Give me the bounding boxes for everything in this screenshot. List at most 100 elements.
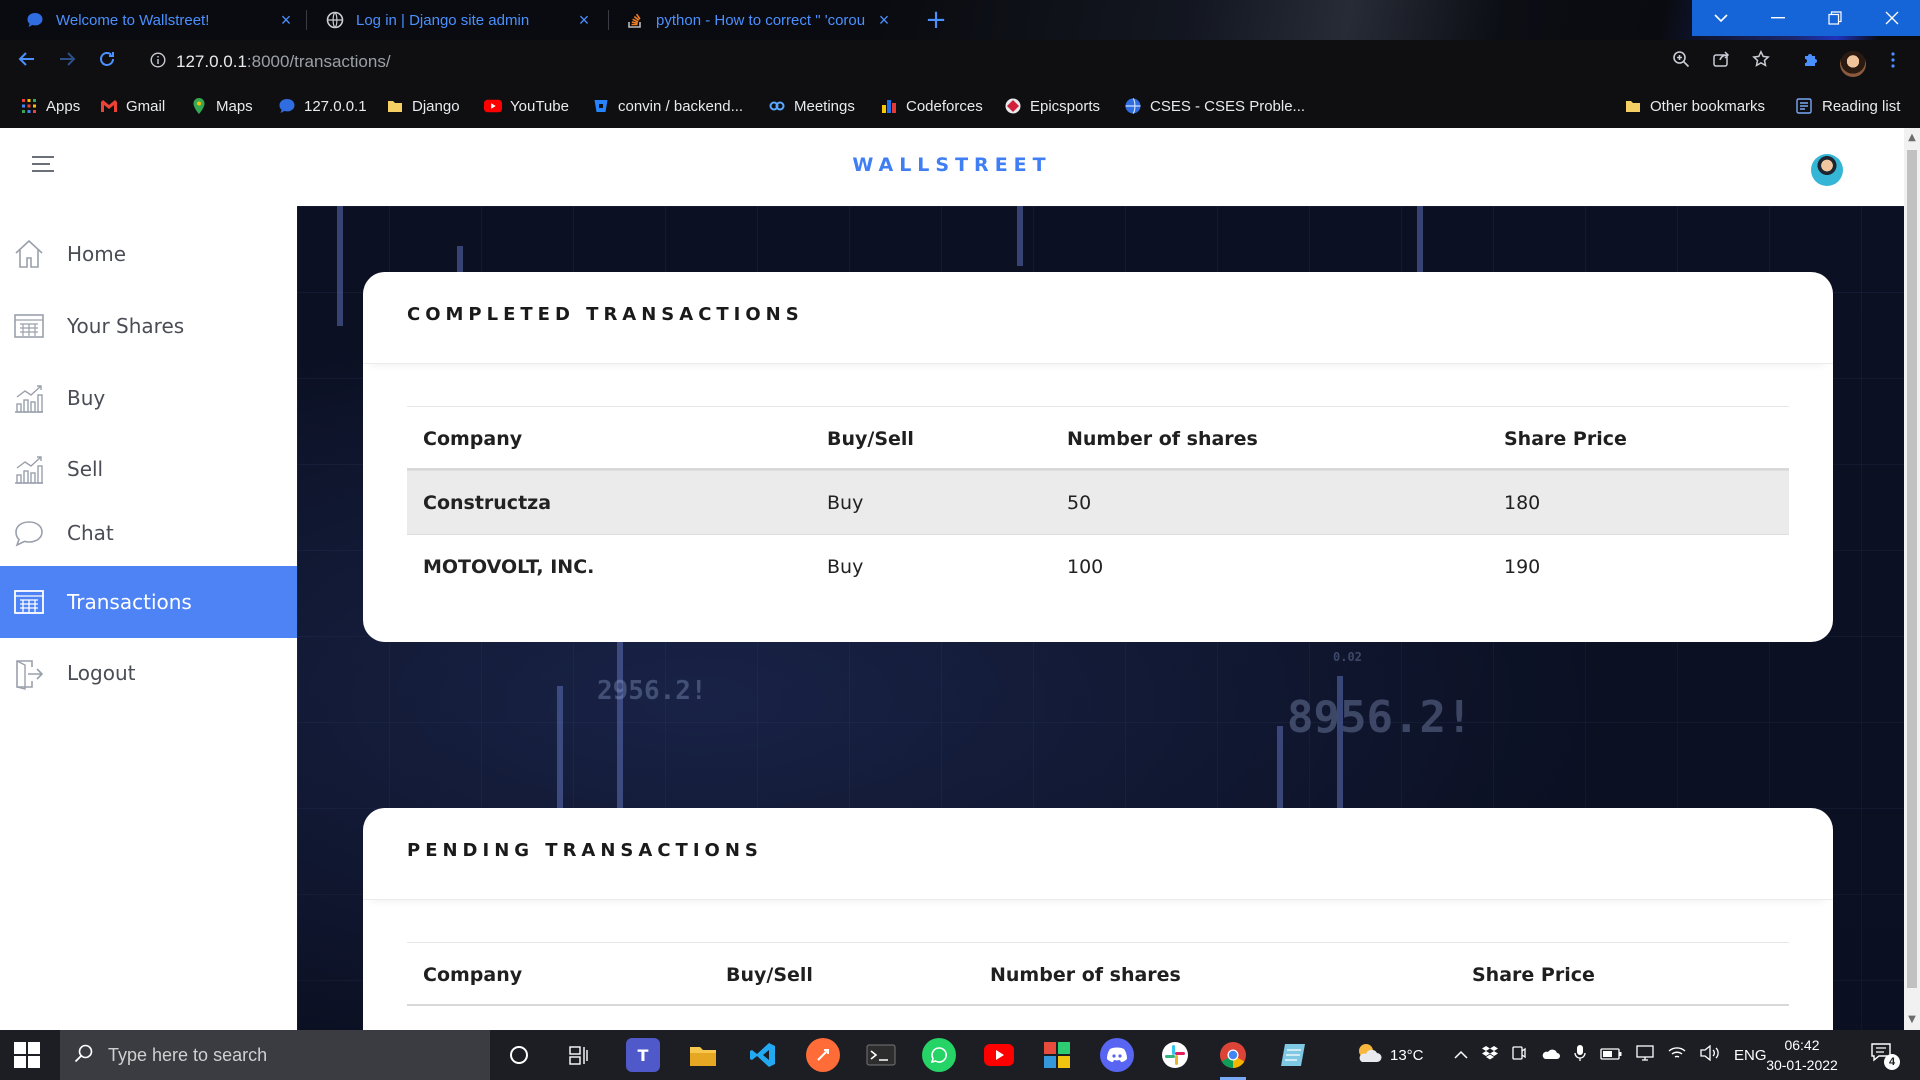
notepad-app-icon[interactable] xyxy=(1276,1038,1310,1072)
bookmark-epicsports[interactable]: Epicsports xyxy=(1004,95,1100,117)
bookmark-label: Reading list xyxy=(1822,97,1901,115)
chat-icon xyxy=(12,516,46,550)
bookmark-meetings[interactable]: Meetings xyxy=(768,95,855,117)
meet-now-icon[interactable] xyxy=(1512,1045,1526,1065)
discord-icon[interactable] xyxy=(1100,1038,1134,1072)
teams-icon[interactable]: T xyxy=(626,1038,660,1072)
wifi-icon[interactable] xyxy=(1668,1046,1686,1064)
dropbox-icon[interactable] xyxy=(1482,1046,1498,1064)
new-tab-button[interactable]: + xyxy=(922,6,950,34)
terminal-icon[interactable] xyxy=(864,1038,898,1072)
file-explorer-icon[interactable] xyxy=(686,1038,720,1072)
scrollbar-thumb[interactable] xyxy=(1907,150,1917,988)
close-window-button[interactable] xyxy=(1863,0,1920,36)
tab-django-admin[interactable]: Log in | Django site admin × xyxy=(312,0,604,40)
browser-profile-avatar[interactable] xyxy=(1840,51,1866,77)
sidebar-item-your-shares[interactable]: Your Shares xyxy=(0,290,297,362)
windows-start-icon[interactable] xyxy=(14,1042,40,1068)
brand-title[interactable]: WALLSTREET xyxy=(0,154,1904,176)
background-number: 2956.2! xyxy=(597,676,707,706)
bookmark-apps[interactable]: Apps xyxy=(20,95,80,117)
bookmark-bitbucket[interactable]: convin / backend... xyxy=(592,95,743,117)
zoom-icon[interactable] xyxy=(1668,50,1694,76)
onedrive-cloud-icon[interactable] xyxy=(1540,1046,1560,1064)
display-icon[interactable] xyxy=(1636,1045,1654,1065)
postman-icon[interactable] xyxy=(806,1038,840,1072)
slack-icon[interactable] xyxy=(1158,1038,1192,1072)
tab-close-button[interactable]: × xyxy=(574,10,594,30)
codeforces-icon xyxy=(880,97,898,115)
reload-button[interactable] xyxy=(92,48,122,78)
sidebar-item-buy[interactable]: Buy xyxy=(0,362,297,434)
bookmark-label: Codeforces xyxy=(906,97,983,115)
tab-stackoverflow[interactable]: python - How to correct " 'corou × xyxy=(612,0,904,40)
restore-icon xyxy=(1827,11,1842,25)
reading-list-button[interactable]: Reading list xyxy=(1796,95,1900,117)
scroll-up-arrow-icon[interactable]: ▲ xyxy=(1904,130,1920,146)
taskbar-clock[interactable]: 06:42 30-01-2022 xyxy=(1762,1035,1842,1075)
share-icon[interactable] xyxy=(1708,50,1734,76)
restore-button[interactable] xyxy=(1806,0,1863,36)
reload-icon xyxy=(100,52,114,66)
folder-icon xyxy=(1624,97,1642,115)
tab-close-button[interactable]: × xyxy=(874,10,894,30)
tab-search-button[interactable] xyxy=(1692,0,1749,36)
notification-center-icon[interactable]: 4 xyxy=(1870,1042,1900,1070)
menu-dots-icon[interactable] xyxy=(1880,50,1906,76)
bookmark-django[interactable]: Django xyxy=(386,95,460,117)
battery-icon[interactable] xyxy=(1600,1047,1622,1064)
bookmark-maps[interactable]: Maps xyxy=(190,95,253,117)
sidebar-item-label: Home xyxy=(67,242,127,266)
minimize-icon xyxy=(1770,17,1785,19)
bookmark-localhost[interactable]: 127.0.0.1 xyxy=(278,95,367,117)
sidebar-item-chat[interactable]: Chat xyxy=(0,497,297,569)
sidebar-item-label: Chat xyxy=(67,521,114,545)
tab-close-button[interactable]: × xyxy=(276,10,296,30)
chrome-icon[interactable] xyxy=(1216,1038,1250,1080)
sidebar-item-sell[interactable]: Sell xyxy=(0,433,297,505)
search-icon xyxy=(74,1043,94,1068)
url-path: :8000/transactions/ xyxy=(246,52,391,71)
vscode-icon[interactable] xyxy=(746,1038,780,1072)
microphone-icon[interactable] xyxy=(1574,1044,1586,1066)
taskbar-search-box[interactable]: Type here to search xyxy=(60,1030,490,1080)
arrow-right-icon xyxy=(60,52,76,66)
bookmark-label: YouTube xyxy=(510,97,569,115)
task-view-icon[interactable] xyxy=(562,1038,596,1072)
site-info-icon[interactable] xyxy=(150,52,166,72)
bookmark-star-icon[interactable] xyxy=(1748,50,1774,76)
sidebar-item-home[interactable]: Home xyxy=(0,218,297,290)
address-bar[interactable]: 127.0.0.1:8000/transactions/ xyxy=(136,46,1686,78)
card-header: COMPLETED TRANSACTIONS xyxy=(363,272,1833,364)
extensions-puzzle-icon[interactable] xyxy=(1798,50,1824,76)
minimize-button[interactable] xyxy=(1749,0,1806,36)
pending-transactions-table: Company Buy/Sell Number of shares Share … xyxy=(407,942,1789,1006)
sidebar-item-logout[interactable]: Logout xyxy=(0,637,297,709)
bookmark-youtube[interactable]: YouTube xyxy=(484,95,569,117)
tab-wallstreet[interactable]: Welcome to Wallstreet! × xyxy=(12,0,306,40)
background-candlestick xyxy=(1417,206,1423,276)
card-title: COMPLETED TRANSACTIONS xyxy=(407,304,804,325)
reading-list-icon xyxy=(1796,97,1814,115)
page-scrollbar[interactable]: ▲ ▼ xyxy=(1904,128,1920,1030)
forward-button[interactable] xyxy=(52,48,82,78)
system-tray: ENG xyxy=(1454,1030,1767,1080)
sidebar-item-transactions[interactable]: Transactions xyxy=(0,566,297,638)
chevron-up-icon[interactable] xyxy=(1454,1047,1468,1064)
user-avatar[interactable] xyxy=(1811,154,1843,186)
whatsapp-icon[interactable] xyxy=(922,1038,956,1072)
back-button[interactable] xyxy=(12,48,42,78)
cortana-icon[interactable] xyxy=(502,1038,536,1072)
scroll-down-arrow-icon[interactable]: ▼ xyxy=(1904,1012,1920,1028)
bookmark-codeforces[interactable]: Codeforces xyxy=(880,95,983,117)
bookmark-cses[interactable]: CSES - CSES Proble... xyxy=(1124,95,1305,117)
bookmark-gmail[interactable]: Gmail xyxy=(100,95,165,117)
bookmark-other-folder[interactable]: Other bookmarks xyxy=(1624,95,1765,117)
youtube-app-icon[interactable] xyxy=(982,1038,1016,1072)
buy-sell-cell: Buy xyxy=(827,492,864,514)
weather-sun-cloud-icon xyxy=(1354,1042,1382,1068)
volume-icon[interactable] xyxy=(1700,1044,1720,1065)
table-header-row: Company Buy/Sell Number of shares Share … xyxy=(407,942,1789,1006)
weather-widget[interactable]: 13°C xyxy=(1354,1030,1424,1080)
office-apps-icon[interactable] xyxy=(1040,1038,1074,1072)
